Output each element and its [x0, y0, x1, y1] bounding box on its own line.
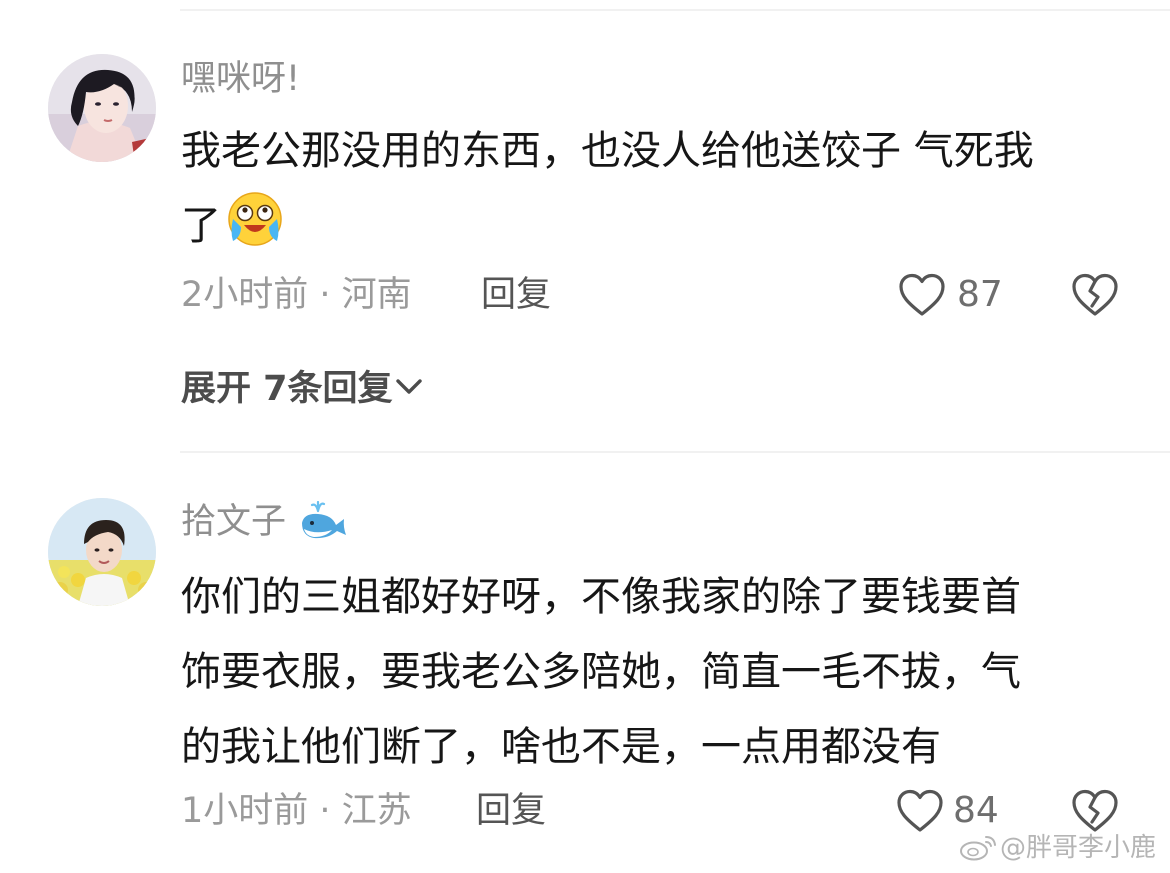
avatar[interactable]	[48, 54, 156, 162]
avatar-image	[48, 498, 156, 606]
comment-meta: 2小时前 · 河南	[181, 275, 412, 315]
comment-text: 你们的三姐都好好呀，不像我家的除了要钱要首 饰要衣服，要我老公多陪她，简直一毛不…	[181, 560, 1131, 785]
expand-replies-label: 展开 7条回复	[181, 369, 393, 409]
expand-replies-button[interactable]: 展开 7条回复	[181, 372, 423, 407]
comment-list: 嘿咪呀! 我老公那没用的东西，也没人给他送饺子 气死我 了 2小时前 · 河南 …	[0, 0, 1170, 873]
comment-item: 拾文子 你们的三姐都好好呀，不像我家的除了要钱要首 饰要衣服，要我老公多陪她，简…	[0, 451, 1170, 873]
comment-item: 嘿咪呀! 我老公那没用的东西，也没人给他送饺子 气死我 了 2小时前 · 河南 …	[0, 0, 1170, 451]
broken-heart-icon[interactable]	[1071, 273, 1119, 317]
comment-text-line: 我老公那没用的东西，也没人给他送饺子 气死我	[181, 128, 1034, 174]
avatar[interactable]	[48, 498, 156, 606]
comment-text-line: 的我让他们断了，啥也不是，一点用都没有	[181, 724, 941, 770]
avatar-image	[48, 54, 156, 162]
comment-text-line: 饰要衣服，要我老公多陪她，简直一毛不拔，气	[181, 649, 1021, 695]
like-count: 87	[957, 274, 1003, 315]
weibo-logo-icon	[959, 836, 996, 861]
reply-button[interactable]: 回复	[481, 278, 551, 313]
comment-text-segment: 了	[181, 203, 221, 249]
crying-laughing-emoji-icon	[228, 192, 282, 246]
username[interactable]: 拾文子	[181, 505, 286, 540]
like-count: 84	[953, 790, 999, 831]
whale-icon	[302, 501, 346, 539]
username[interactable]: 嘿咪呀!	[181, 62, 300, 97]
broken-heart-icon[interactable]	[1071, 789, 1119, 833]
comment-meta: 1小时前 · 江苏	[181, 791, 412, 831]
chevron-down-icon	[395, 379, 422, 394]
watermark-text: @胖哥李小鹿	[999, 833, 1156, 863]
watermark: @胖哥李小鹿	[958, 833, 1156, 861]
reply-button[interactable]: 回复	[476, 794, 546, 829]
comment-text-line: 了	[181, 189, 1131, 264]
heart-icon[interactable]	[896, 789, 944, 833]
comment-text-line: 你们的三姐都好好呀，不像我家的除了要钱要首	[181, 574, 1021, 620]
heart-icon[interactable]	[898, 273, 946, 317]
comment-text: 我老公那没用的东西，也没人给他送饺子 气死我 了	[181, 114, 1131, 264]
